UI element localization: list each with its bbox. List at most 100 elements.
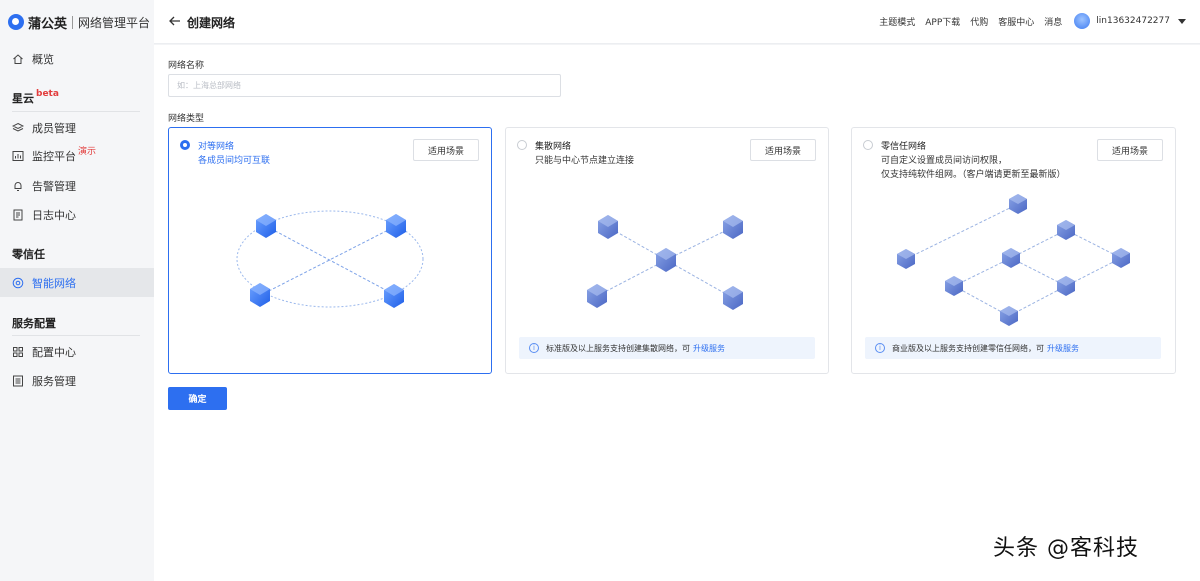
radio-unselected[interactable]: [863, 140, 873, 150]
network-type-card-peer[interactable]: 对等网络 各成员间均可互联 适用场景: [168, 127, 492, 374]
node-cube-icon: [1057, 276, 1075, 296]
network-name-label: 网络名称: [168, 61, 205, 71]
back-arrow-icon[interactable]: [168, 13, 182, 29]
bell-icon: [12, 180, 24, 192]
divider: [12, 335, 140, 336]
divider: [12, 111, 140, 112]
dandelion-logo-icon: [8, 14, 24, 30]
grid-icon: [12, 346, 24, 358]
avatar[interactable]: [1074, 13, 1091, 29]
sidebar-item-members[interactable]: 成员管理: [0, 114, 154, 142]
upgrade-service-link[interactable]: 升级服务: [1047, 343, 1079, 354]
node-cube-icon: [1112, 248, 1130, 268]
sidebar-item-alerts[interactable]: 告警管理: [0, 172, 154, 200]
node-cube-icon: [1000, 306, 1018, 326]
sidebar-item-overview[interactable]: 概览: [0, 45, 154, 73]
logo[interactable]: 蒲公英 网络管理平台: [8, 12, 150, 32]
peer-network-diagram: [236, 210, 424, 308]
confirm-button[interactable]: 确定: [168, 387, 227, 410]
network-type-card-zerotrust[interactable]: 零信任网络 可自定义设置成员间访问权限， 仅支持纯软件组网。（客户端请更新至最新…: [851, 127, 1176, 374]
node-cube-icon: [386, 214, 406, 238]
network-type-label: 网络类型: [168, 114, 205, 124]
messages-link[interactable]: 消息: [1044, 15, 1062, 28]
sidebar-item-smart-network[interactable]: 智能网络: [0, 268, 154, 297]
network-type-card-hub[interactable]: 集散网络 只能与中心节点建立连接 适用场景 i 标准版及以上服务支持创建集散网络…: [505, 127, 829, 374]
card-description-line: 可自定义设置成员间访问权限，: [881, 156, 1008, 166]
app-download-link[interactable]: APP下载: [925, 15, 960, 28]
card-title: 对等网络: [198, 142, 235, 152]
node-cube-icon: [250, 283, 270, 307]
sidebar-item-logs[interactable]: 日志中心: [0, 201, 154, 229]
home-icon: [12, 53, 24, 65]
section-title-zerotrust: 零信任: [12, 248, 45, 261]
sidebar-item-monitor[interactable]: 监控平台 演示: [0, 142, 154, 170]
zerotrust-network-diagram: [897, 194, 1130, 326]
chart-icon: [12, 150, 24, 162]
node-cube-icon: [256, 214, 276, 238]
list-icon: [12, 375, 24, 387]
section-title-xingyun: 星云 beta: [12, 89, 59, 106]
notice-text: 商业版及以上服务支持创建零信任网络，可: [892, 343, 1044, 353]
network-icon: [12, 277, 24, 289]
sidebar-item-label: 配置中心: [32, 346, 76, 359]
card-description: 各成员间均可互联: [198, 156, 271, 166]
brand-subtitle: 网络管理平台: [78, 15, 151, 30]
theme-mode-link[interactable]: 主题模式: [879, 15, 915, 28]
sidebar-item-label: 服务管理: [32, 375, 76, 388]
use-case-button[interactable]: 适用场景: [413, 139, 479, 161]
username[interactable]: lin13632472277: [1096, 16, 1170, 26]
radio-selected[interactable]: [180, 140, 190, 150]
upgrade-service-link[interactable]: 升级服务: [693, 343, 725, 354]
sidebar-item-label: 概览: [32, 53, 54, 66]
demo-badge: 演示: [78, 147, 97, 157]
info-icon: i: [875, 343, 885, 353]
header-links: 主题模式 APP下载 代购 客服中心 消息 lin13632472277: [869, 13, 1186, 29]
node-cube-icon: [384, 284, 404, 308]
node-cube-icon: [1009, 194, 1027, 214]
hub-network-diagram: [587, 215, 743, 310]
purchase-link[interactable]: 代购: [970, 15, 988, 28]
hub-node-cube-icon: [656, 248, 676, 272]
node-cube-icon: [723, 215, 743, 239]
sidebar-item-label: 监控平台 演示: [32, 147, 97, 164]
card-description: 只能与中心节点建立连接: [535, 156, 635, 166]
link-line: [260, 225, 397, 296]
beta-badge: beta: [36, 89, 59, 99]
card-title: 集散网络: [535, 142, 572, 152]
info-icon: i: [529, 343, 539, 353]
network-name-input[interactable]: [168, 74, 561, 97]
node-cube-icon: [1057, 220, 1075, 240]
node-cube-icon: [1002, 248, 1020, 268]
monitor-label: 监控平台: [32, 150, 76, 163]
top-header: 创建网络 主题模式 APP下载 代购 客服中心 消息 lin1363247227…: [154, 0, 1200, 44]
node-cube-icon: [897, 249, 915, 269]
chevron-down-icon[interactable]: [1178, 18, 1186, 24]
sidebar-item-label: 日志中心: [32, 209, 76, 222]
sidebar-item-label: 成员管理: [32, 122, 76, 135]
use-case-button[interactable]: 适用场景: [750, 139, 816, 161]
sidebar-item-service-mgmt[interactable]: 服务管理: [0, 367, 154, 395]
main-content: 网络名称 网络类型 对等网络 各成员间均可互联 适用场景 集散网络 只能与中心节…: [154, 45, 1200, 581]
upgrade-notice: i 标准版及以上服务支持创建集散网络，可 升级服务: [519, 337, 815, 359]
sidebar-item-label: 智能网络: [32, 276, 76, 290]
use-case-button[interactable]: 适用场景: [1097, 139, 1163, 161]
upgrade-notice: i 商业版及以上服务支持创建零信任网络，可 升级服务: [865, 337, 1161, 359]
section-title-text: 星云: [12, 92, 34, 105]
layers-icon: [12, 122, 24, 134]
node-cube-icon: [587, 284, 607, 308]
notice-text: 标准版及以上服务支持创建集散网络，可: [546, 343, 690, 353]
sidebar: 蒲公英 网络管理平台 概览 星云beta 成员管理 监控平台演示 告警管理: [0, 0, 154, 581]
sidebar-item-label: 告警管理: [32, 180, 76, 193]
section-title-service: 服务配置: [12, 317, 56, 330]
page-title: 创建网络: [187, 16, 236, 30]
watermark-text: 头条 @客科技: [993, 536, 1139, 561]
node-cube-icon: [723, 286, 743, 310]
brand-name: 蒲公英: [28, 16, 68, 32]
node-cube-icon: [598, 215, 618, 239]
radio-unselected[interactable]: [517, 140, 527, 150]
sidebar-item-config-center[interactable]: 配置中心: [0, 338, 154, 366]
support-center-link[interactable]: 客服中心: [998, 15, 1034, 28]
document-icon: [12, 209, 24, 221]
card-title: 零信任网络: [881, 142, 927, 152]
node-cube-icon: [945, 276, 963, 296]
